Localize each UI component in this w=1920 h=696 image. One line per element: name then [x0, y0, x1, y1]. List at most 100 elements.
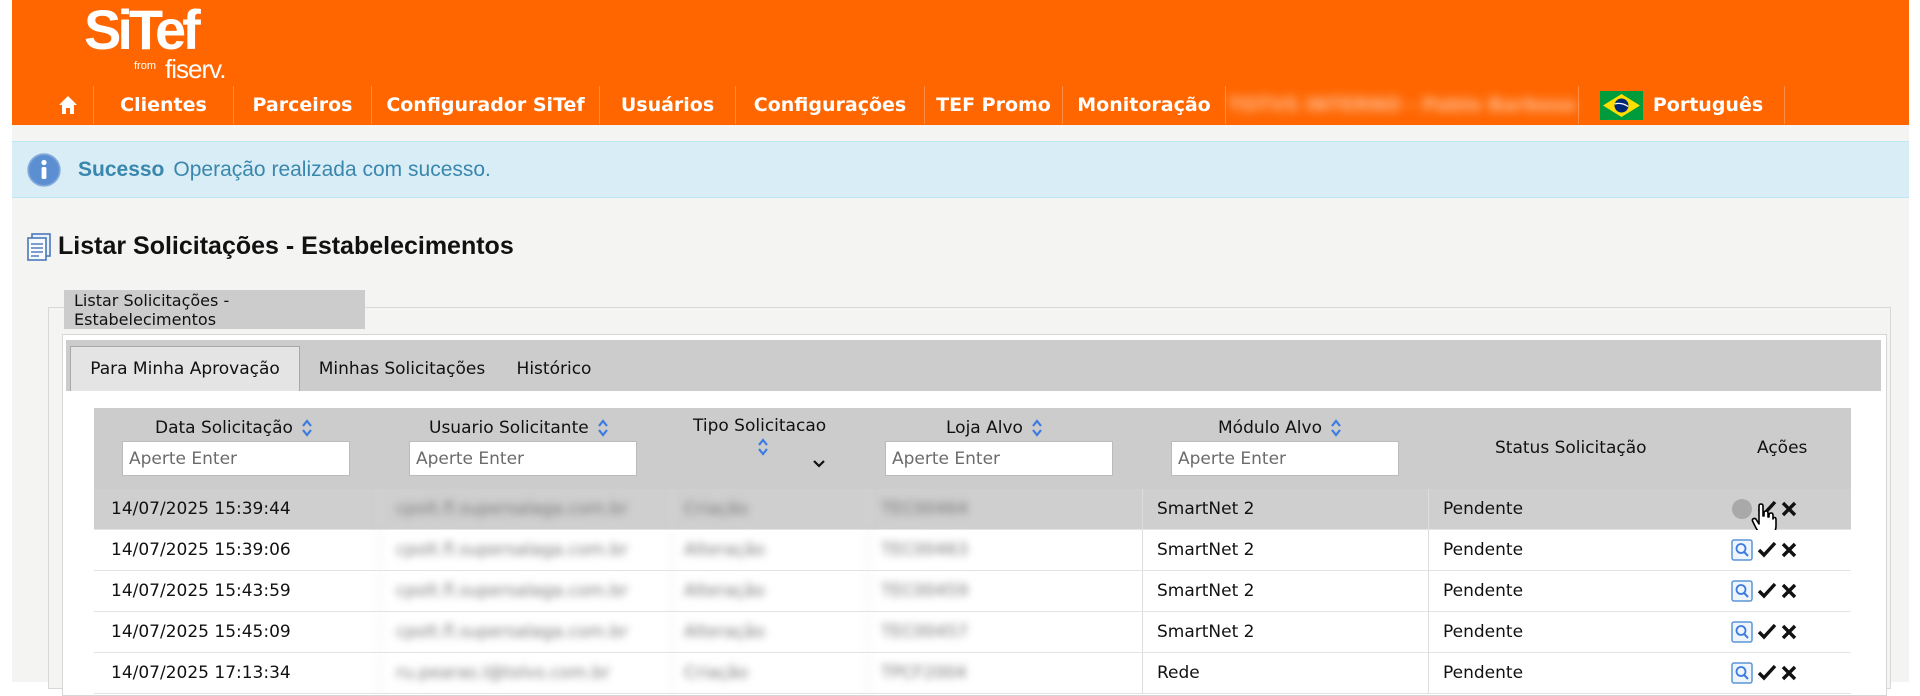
filter-loja-input[interactable] [885, 441, 1113, 476]
cell-modulo: SmartNet 2 [1142, 489, 1427, 529]
table-row[interactable]: 14/07/2025 15:43:59 cpolt.fl.supersalaga… [94, 571, 1851, 612]
sort-icon[interactable] [301, 419, 313, 437]
home-icon[interactable] [42, 86, 94, 124]
cell-usuario: cpolt.fl.supersalaga.com.br [379, 489, 676, 529]
user-name: TOTVS INTERNO - Pablo Barbosa [1228, 94, 1576, 116]
close-icon[interactable] [1781, 624, 1797, 640]
app-shell: SiTef from fiserv. Clientes Parceiros Co… [12, 0, 1909, 696]
magnifier-icon[interactable] [1731, 662, 1753, 684]
nav-item-monitoracao[interactable]: Monitoração [1063, 86, 1226, 124]
table-row[interactable]: 14/07/2025 15:45:09 cpolt.fl.supersalaga… [94, 612, 1851, 653]
cell-loja: TEC00457 [868, 612, 968, 652]
sort-icon[interactable] [1330, 419, 1342, 437]
brazil-flag-icon [1599, 90, 1643, 120]
column-header-status: Status Solicitação [1495, 438, 1647, 458]
magnifier-icon[interactable] [1731, 580, 1753, 602]
filter-usuario-input[interactable] [409, 441, 637, 476]
filter-data-input[interactable] [122, 441, 350, 476]
cell-modulo: SmartNet 2 [1142, 571, 1427, 611]
cell-tipo: Alteração [671, 530, 765, 570]
column-title-status: Status Solicitação [1495, 438, 1647, 458]
nav-item-usuarios[interactable]: Usuários [600, 86, 736, 124]
cell-modulo: SmartNet 2 [1142, 530, 1427, 570]
info-icon [27, 152, 61, 187]
cell-modulo: Rede [1142, 653, 1427, 693]
cell-tipo: Alteração [671, 571, 765, 611]
nav-item-configuracoes[interactable]: Configurações [736, 86, 925, 124]
column-title-tipo: Tipo Solicitacao [693, 416, 827, 436]
tab-para-minha-aprovacao[interactable]: Para Minha Aprovação [70, 346, 300, 391]
language-label: Português [1652, 94, 1764, 116]
main-nav: Clientes Parceiros Configurador SiTef Us… [42, 86, 1785, 125]
check-icon[interactable] [1757, 582, 1777, 600]
close-icon[interactable] [1781, 501, 1797, 517]
cell-status: Pendente [1428, 530, 1713, 570]
check-icon[interactable] [1757, 664, 1777, 682]
cell-tipo: Criação [671, 653, 748, 693]
sort-icon[interactable] [757, 438, 769, 456]
cell-loja: TPCF2004 [868, 653, 967, 693]
nav-item-clientes[interactable]: Clientes [94, 86, 234, 124]
table-row[interactable]: 14/07/2025 15:39:44 cpolt.fl.supersalaga… [94, 489, 1851, 536]
cell-usuario: cpolt.fl.supersalaga.com.br [379, 612, 676, 652]
close-icon[interactable] [1781, 583, 1797, 599]
column-title-data: Data Solicitação [155, 418, 293, 438]
chevron-down-icon[interactable] [812, 459, 826, 469]
nav-item-user[interactable]: TOTVS INTERNO - Pablo Barbosa [1226, 86, 1579, 124]
column-title-loja: Loja Alvo [946, 418, 1023, 438]
cell-usuario: ru.pearas.l@tolvs.com.br [379, 653, 676, 693]
alert-title: Sucesso [78, 157, 165, 181]
table-row[interactable]: 14/07/2025 15:39:06 cpolt.fl.supersalaga… [94, 530, 1851, 571]
column-header-loja[interactable]: Loja Alvo [946, 418, 1043, 438]
close-icon[interactable] [1781, 542, 1797, 558]
tab-historico[interactable]: Histórico [502, 346, 606, 391]
page-title: Listar Solicitações - Estabelecimentos [58, 232, 514, 260]
row-actions [1731, 530, 1801, 570]
nav-item-configurador[interactable]: Configurador SiTef [372, 86, 600, 124]
page-header: Listar Solicitações - Estabelecimentos [26, 232, 514, 261]
row-actions [1731, 571, 1801, 611]
cell-data: 14/07/2025 15:45:09 [111, 622, 291, 642]
language-selector[interactable]: Português [1579, 86, 1785, 124]
cell-tipo: Alteração [671, 612, 765, 652]
panel-legend: Listar Solicitações - Estabelecimentos [64, 290, 365, 329]
document-list-icon [27, 232, 51, 261]
sort-icon[interactable] [597, 419, 609, 437]
magnifier-icon[interactable] [1731, 498, 1753, 520]
home-icon-glyph [58, 96, 77, 114]
sort-icon[interactable] [1031, 419, 1043, 437]
column-header-modulo[interactable]: Módulo Alvo [1218, 418, 1342, 438]
nav-item-parceiros[interactable]: Parceiros [234, 86, 372, 124]
row-actions [1731, 612, 1801, 652]
check-icon[interactable] [1757, 541, 1777, 559]
nav-item-tef-promo[interactable]: TEF Promo [925, 86, 1063, 124]
cell-status: Pendente [1428, 571, 1713, 611]
close-icon[interactable] [1781, 665, 1797, 681]
column-title-acoes: Ações [1757, 438, 1808, 458]
cell-data: 14/07/2025 15:39:44 [111, 499, 291, 519]
table-header: Data Solicitação Usuario Solicitante Tip… [94, 408, 1851, 489]
magnifier-icon[interactable] [1731, 621, 1753, 643]
cell-loja: TEC00463 [868, 530, 968, 570]
filter-modulo-input[interactable] [1171, 441, 1399, 476]
tabs-bar: Para Minha Aprovação Minhas Solicitações… [66, 340, 1881, 391]
top-header: SiTef from fiserv. Clientes Parceiros Co… [12, 0, 1909, 125]
column-header-data[interactable]: Data Solicitação [155, 418, 313, 438]
cell-data: 14/07/2025 15:39:06 [111, 540, 291, 560]
sitef-logo[interactable]: SiTef from fiserv. [84, 0, 226, 85]
cell-data: 14/07/2025 17:13:34 [111, 663, 291, 683]
tab-minhas-solicitacoes[interactable]: Minhas Solicitações [312, 346, 492, 391]
cell-loja: TEC00459 [868, 571, 968, 611]
magnifier-icon[interactable] [1731, 539, 1753, 561]
table-row[interactable]: 14/07/2025 17:13:34 ru.pearas.l@tolvs.co… [94, 653, 1851, 694]
column-header-usuario[interactable]: Usuario Solicitante [429, 418, 609, 438]
cell-status: Pendente [1428, 653, 1713, 693]
cell-tipo: Criação [671, 489, 748, 529]
logo-from: from [134, 60, 156, 72]
cell-status: Pendente [1428, 612, 1713, 652]
cell-modulo: SmartNet 2 [1142, 612, 1427, 652]
logo-name: SiTef [84, 0, 201, 61]
check-icon[interactable] [1757, 623, 1777, 641]
column-header-tipo: Tipo Solicitacao [693, 416, 826, 436]
cell-loja: TEC00464 [868, 489, 968, 529]
